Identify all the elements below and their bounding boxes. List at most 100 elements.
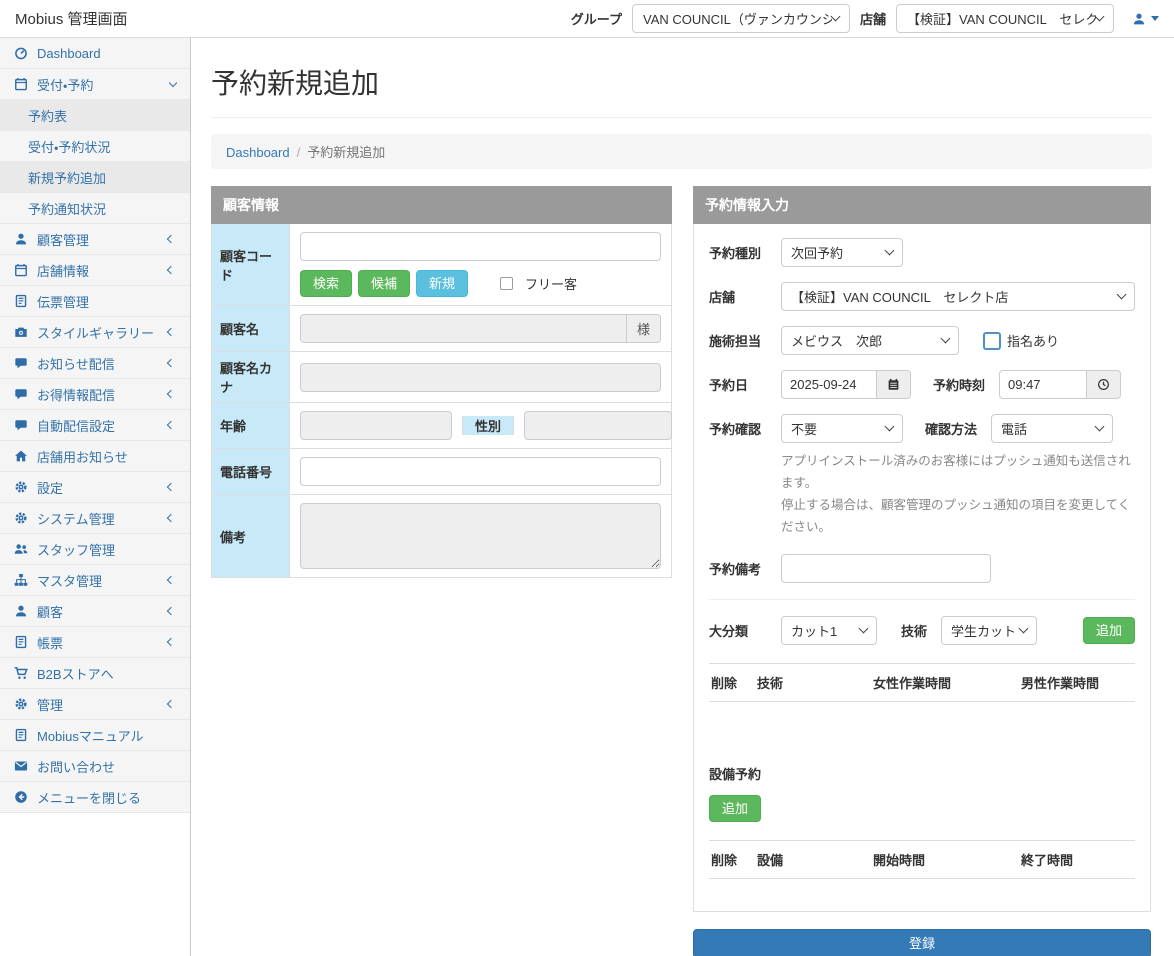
sidebar-item-reservation-table[interactable]: 予約表 [0, 100, 190, 131]
sidebar-item-reception-reservation[interactable]: 受付・予約 [0, 69, 190, 100]
home-icon [14, 449, 28, 463]
customer-table: 顧客コード 検索 候補 新規 フリー客 [211, 224, 672, 578]
customer-age-row: 年齢 性別 [212, 402, 671, 448]
sidebar-item-auto-delivery-settings[interactable]: 自動配信設定 [0, 410, 190, 441]
reservation-time-input[interactable] [999, 370, 1087, 399]
gender-input[interactable] [524, 411, 672, 440]
sidebar-item-system-management[interactable]: システム管理 [0, 503, 190, 534]
sidebar-item-new-reservation[interactable]: 新規予約追加 [0, 162, 190, 193]
free-customer-label: フリー客 [525, 274, 577, 293]
sidebar-item-customer[interactable]: 顧客 [0, 596, 190, 627]
category-select[interactable]: カット1 [781, 616, 877, 645]
sidebar-menu: Dashboard 受付・予約 予約表 受付・予約状況 新規予約追加 予約通知状… [0, 38, 190, 813]
chevron-left-icon [167, 607, 175, 615]
user-menu-button[interactable] [1132, 12, 1159, 26]
customer-name-input[interactable] [300, 314, 627, 343]
customer-note-textarea[interactable] [300, 503, 661, 569]
reservation-note-label: 予約備考 [709, 559, 781, 578]
gender-label: 性別 [462, 416, 514, 435]
store-label: 店舗 [860, 9, 886, 28]
arrow-circle-left-icon [14, 790, 28, 804]
top-navbar: Mobius 管理画面 グループ VAN COUNCIL（ヴァンカウンシル） 店… [0, 0, 1174, 38]
confirm-method-select[interactable]: 電話 [991, 414, 1113, 443]
chevron-down-icon [1095, 12, 1105, 22]
sidebar-item-slip-management[interactable]: 伝票管理 [0, 286, 190, 317]
ledger-icon [14, 728, 28, 742]
chevron-down-icon [885, 246, 895, 256]
reservation-store-label: 店舗 [709, 287, 781, 306]
breadcrumb-separator: / [297, 145, 301, 160]
breadcrumb-dashboard-link[interactable]: Dashboard [226, 145, 290, 160]
confirm-select[interactable]: 不要 [781, 414, 903, 443]
customer-name-row: 顧客名 様 [212, 305, 671, 351]
add-equipment-button[interactable]: 追加 [709, 795, 761, 822]
customer-code-label: 顧客コード [212, 224, 290, 305]
customer-code-input[interactable] [300, 232, 661, 261]
chevron-left-icon [167, 359, 175, 367]
sidebar-item-admin[interactable]: 管理 [0, 689, 190, 720]
chevron-down-icon [1117, 290, 1127, 300]
age-input[interactable] [300, 411, 452, 440]
sidebar-item-reception-status[interactable]: 受付・予約状況 [0, 131, 190, 162]
comment-icon [14, 387, 28, 401]
chevron-left-icon [167, 328, 175, 336]
sidebar-item-store-notice[interactable]: 店舗用お知らせ [0, 441, 190, 472]
equipment-table-header: 削除 設備 開始時間 終了時間 [709, 840, 1135, 879]
sidebar-item-master-management[interactable]: マスタ管理 [0, 565, 190, 596]
sidebar-item-deals-delivery[interactable]: お得情報配信 [0, 379, 190, 410]
divider [709, 599, 1135, 600]
customer-panel-title: 顧客情報 [211, 186, 672, 224]
chevron-left-icon [167, 700, 175, 708]
sidebar-item-settings[interactable]: 設定 [0, 472, 190, 503]
chevron-left-icon [167, 576, 175, 584]
nomination-label: 指名あり [1007, 331, 1059, 350]
sidebar-item-notice-delivery[interactable]: お知らせ配信 [0, 348, 190, 379]
cart-icon [14, 666, 28, 680]
sidebar-item-reports[interactable]: 帳票 [0, 627, 190, 658]
search-button[interactable]: 検索 [300, 270, 352, 297]
sidebar-item-customer-management[interactable]: 顧客管理 [0, 224, 190, 255]
reservation-type-select[interactable]: 次回予約 [781, 238, 903, 267]
customer-info-panel: 顧客情報 顧客コード 検索 候補 新規 フリー客 [211, 186, 672, 578]
confirm-label: 予約確認 [709, 419, 781, 438]
customer-note-row: 備考 [212, 494, 671, 577]
sidebar-item-style-gallery[interactable]: スタイルギャラリー [0, 317, 190, 348]
calendar-icon [14, 77, 28, 91]
sidebar-item-close-menu[interactable]: メニューを閉じる [0, 782, 190, 813]
customer-kana-input[interactable] [300, 363, 661, 392]
new-customer-button[interactable]: 新規 [416, 270, 468, 297]
group-select[interactable]: VAN COUNCIL（ヴァンカウンシル） [632, 4, 850, 33]
push-notification-note: アプリインストール済みのお客様にはプッシュ通知も送信されます。 停止する場合は、… [781, 451, 1135, 539]
sidebar-item-dashboard[interactable]: Dashboard [0, 38, 190, 69]
page-title: 予約新規追加 [211, 62, 1152, 118]
reservation-store-select[interactable]: 【検証】VAN COUNCIL セレクト店 [781, 282, 1135, 311]
calendar-icon[interactable] [877, 370, 911, 399]
sidebar-item-b2b-store[interactable]: B2Bストアへ [0, 658, 190, 689]
technique-select[interactable]: 学生カット [941, 616, 1037, 645]
reservation-date-input[interactable] [781, 370, 877, 399]
clock-icon[interactable] [1087, 370, 1121, 399]
phone-input[interactable] [300, 457, 661, 486]
dashboard-icon [14, 46, 28, 60]
store-select[interactable]: 【検証】VAN COUNCIL セレクト店 [896, 4, 1114, 33]
technique-table-body [709, 702, 1135, 760]
free-customer-checkbox[interactable] [500, 277, 513, 290]
sidebar-item-mobius-manual[interactable]: Mobiusマニュアル [0, 720, 190, 751]
main-content: 予約新規追加 Dashboard/予約新規追加 顧客情報 顧客コード 検索 候補 [191, 38, 1174, 956]
add-technique-button[interactable]: 追加 [1083, 617, 1135, 644]
camera-icon [14, 325, 28, 339]
candidate-button[interactable]: 候補 [358, 270, 410, 297]
submit-button[interactable]: 登録 [693, 929, 1151, 956]
sidebar-item-store-info[interactable]: 店舗情報 [0, 255, 190, 286]
sidebar-item-staff-management[interactable]: スタッフ管理 [0, 534, 190, 565]
reservation-date-label: 予約日 [709, 375, 781, 394]
sidebar-item-reservation-notification[interactable]: 予約通知状況 [0, 193, 190, 224]
confirm-method-label: 確認方法 [925, 419, 991, 438]
sidebar-item-contact[interactable]: お問い合わせ [0, 751, 190, 782]
staff-select[interactable]: メビウス 次郎 [781, 326, 959, 355]
chevron-down-icon [831, 12, 841, 22]
users-icon [14, 542, 28, 556]
reservation-note-input[interactable] [781, 554, 991, 583]
chevron-left-icon [167, 638, 175, 646]
nomination-checkbox[interactable] [983, 332, 1001, 350]
